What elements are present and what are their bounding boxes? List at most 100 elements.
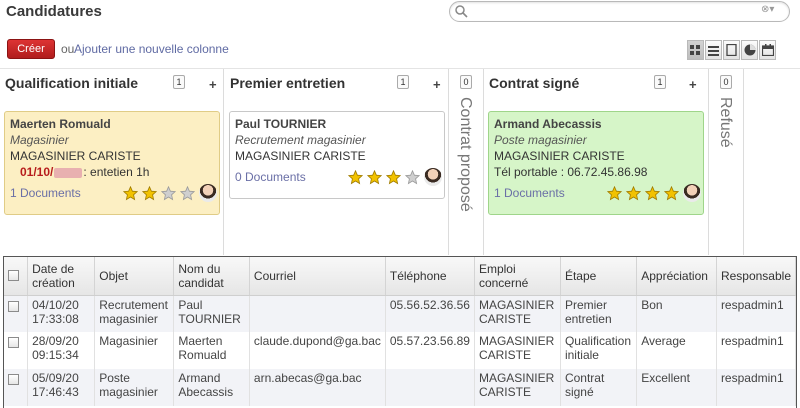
cell-responsible: respadmin1	[716, 332, 797, 369]
calendar-view-button[interactable]	[759, 40, 776, 60]
user-avatar	[683, 184, 701, 202]
cell-rating: Excellent	[636, 369, 717, 406]
star-filled-icon[interactable]	[607, 185, 622, 201]
documents-link[interactable]: 1 Documents	[10, 186, 81, 200]
graph-icon	[744, 44, 755, 56]
table-row[interactable]: 28/09/20 09:15:34 Magasinier Maerten Rom…	[4, 332, 797, 369]
meeting-label: : entetien 1h	[83, 165, 150, 179]
col-header-job[interactable]: Emploi concerné	[474, 257, 561, 296]
list-view: Date de création Objet Nom du candidat C…	[3, 256, 797, 408]
star-empty-icon[interactable]	[405, 169, 420, 185]
column-qualification-initiale: Qualification initiale 1 + Maerten Romua…	[0, 69, 224, 255]
star-filled-icon[interactable]	[645, 185, 660, 201]
col-header-stage[interactable]: Étape	[560, 257, 638, 296]
rating-stars[interactable]	[348, 168, 442, 186]
star-filled-icon[interactable]	[367, 169, 382, 185]
col-header-object[interactable]: Objet	[94, 257, 175, 296]
create-button[interactable]: Créer	[7, 39, 55, 59]
star-filled-icon[interactable]	[664, 185, 679, 201]
col-header-email[interactable]: Courriel	[249, 257, 386, 296]
cell-date: 28/09/20 09:15:34	[27, 332, 96, 369]
top-bar: Candidatures ⊗▾	[0, 0, 800, 30]
rating-stars[interactable]	[607, 184, 701, 202]
cell-rating: Average	[636, 332, 717, 369]
table-row[interactable]: 04/10/20 17:33:08 Recrutement magasinier…	[4, 295, 797, 332]
column-title: Qualification initiale	[5, 75, 139, 91]
cell-stage: Premier entretien	[560, 295, 638, 332]
row-select-cell	[4, 295, 29, 332]
add-card-icon[interactable]: +	[689, 77, 697, 92]
kanban-card[interactable]: Armand Abecassis Poste magasinier MAGASI…	[488, 111, 704, 215]
position: MAGASINIER CARISTE	[494, 149, 625, 163]
col-header-responsible[interactable]: Responsable	[716, 257, 797, 296]
row-select-cell	[4, 332, 29, 369]
cell-candidate: Paul TOURNIER	[173, 295, 250, 332]
cell-responsible: respadmin1	[716, 369, 797, 406]
col-header-candidate[interactable]: Nom du candidat	[173, 257, 250, 296]
cell-candidate: Maerten Romuald	[173, 332, 250, 369]
cell-phone: 05.57.23.56.89	[385, 332, 475, 369]
candidates-table: Date de création Objet Nom du candidat C…	[4, 257, 797, 406]
redacted-text	[54, 167, 83, 178]
search-input[interactable]	[470, 4, 750, 19]
graph-view-button[interactable]	[741, 40, 758, 60]
view-switcher	[687, 40, 777, 60]
cell-object: Poste magasinier	[94, 369, 175, 406]
kanban-icon	[690, 44, 700, 55]
row-checkbox[interactable]	[8, 337, 19, 348]
column-premier-entretien: Premier entretien 1 + Paul TOURNIER Recr…	[225, 69, 449, 255]
user-avatar	[424, 168, 442, 186]
form-icon	[726, 44, 737, 56]
cell-email: arn.abecas@ga.bac	[249, 369, 386, 406]
kanban-card[interactable]: Paul TOURNIER Recrutement magasinier MAG…	[229, 111, 445, 199]
job-title: Recrutement magasinier	[235, 133, 366, 147]
cell-rating: Bon	[636, 295, 717, 332]
star-filled-icon[interactable]	[626, 185, 641, 201]
row-checkbox[interactable]	[8, 374, 19, 385]
form-view-button[interactable]	[723, 40, 740, 60]
kanban-card[interactable]: Maerten Romuald Magasinier MAGASINIER CA…	[4, 111, 220, 215]
add-card-icon[interactable]: +	[209, 77, 217, 92]
job-title: Magasinier	[10, 133, 69, 147]
candidate-name: Maerten Romuald	[10, 117, 111, 131]
col-header-phone[interactable]: Téléphone	[385, 257, 475, 296]
star-empty-icon[interactable]	[180, 185, 195, 201]
list-view-button[interactable]	[705, 40, 722, 60]
star-empty-icon[interactable]	[161, 185, 176, 201]
cell-candidate: Armand Abecassis	[173, 369, 250, 406]
add-card-icon[interactable]: +	[433, 77, 441, 92]
column-contrat-propose[interactable]: 0 Contrat proposé	[450, 69, 484, 255]
cell-stage: Contrat signé	[560, 369, 638, 406]
cell-phone	[385, 369, 475, 406]
search-box[interactable]: ⊗▾	[449, 1, 790, 22]
column-count: 1	[654, 75, 666, 89]
user-avatar	[199, 184, 217, 202]
calendar-icon	[761, 44, 774, 56]
cell-stage: Qualification initiale	[560, 332, 638, 369]
star-filled-icon[interactable]	[386, 169, 401, 185]
add-column-link[interactable]: Ajouter une nouvelle colonne	[74, 42, 229, 56]
star-filled-icon[interactable]	[348, 169, 363, 185]
select-all-header	[4, 257, 29, 296]
page-title: Candidatures	[6, 3, 102, 20]
star-filled-icon[interactable]	[123, 185, 138, 201]
cell-responsible: respadmin1	[716, 295, 797, 332]
position: MAGASINIER CARISTE	[10, 149, 141, 163]
col-header-date[interactable]: Date de création	[27, 257, 96, 296]
cell-job: MAGASINIER CARISTE	[474, 295, 561, 332]
row-checkbox[interactable]	[8, 300, 19, 312]
table-row[interactable]: 05/09/20 17:46:43 Poste magasinier Arman…	[4, 369, 797, 406]
column-refuse[interactable]: 0 Refusé	[710, 69, 744, 255]
search-dropdown-icon[interactable]: ⊗▾	[761, 4, 783, 19]
kanban-board: Qualification initiale 1 + Maerten Romua…	[0, 69, 800, 255]
col-header-rating[interactable]: Appréciation	[636, 257, 717, 296]
cell-email: claude.dupond@ga.bac	[249, 332, 386, 369]
documents-link[interactable]: 0 Documents	[235, 170, 306, 184]
rating-stars[interactable]	[123, 184, 217, 202]
meeting-line: 01/10/: entetien 1h	[10, 165, 214, 179]
documents-link[interactable]: 1 Documents	[494, 186, 565, 200]
search-icon	[455, 5, 468, 18]
kanban-view-button[interactable]	[687, 40, 704, 60]
select-all-checkbox[interactable]	[8, 270, 19, 282]
star-filled-icon[interactable]	[142, 185, 157, 201]
